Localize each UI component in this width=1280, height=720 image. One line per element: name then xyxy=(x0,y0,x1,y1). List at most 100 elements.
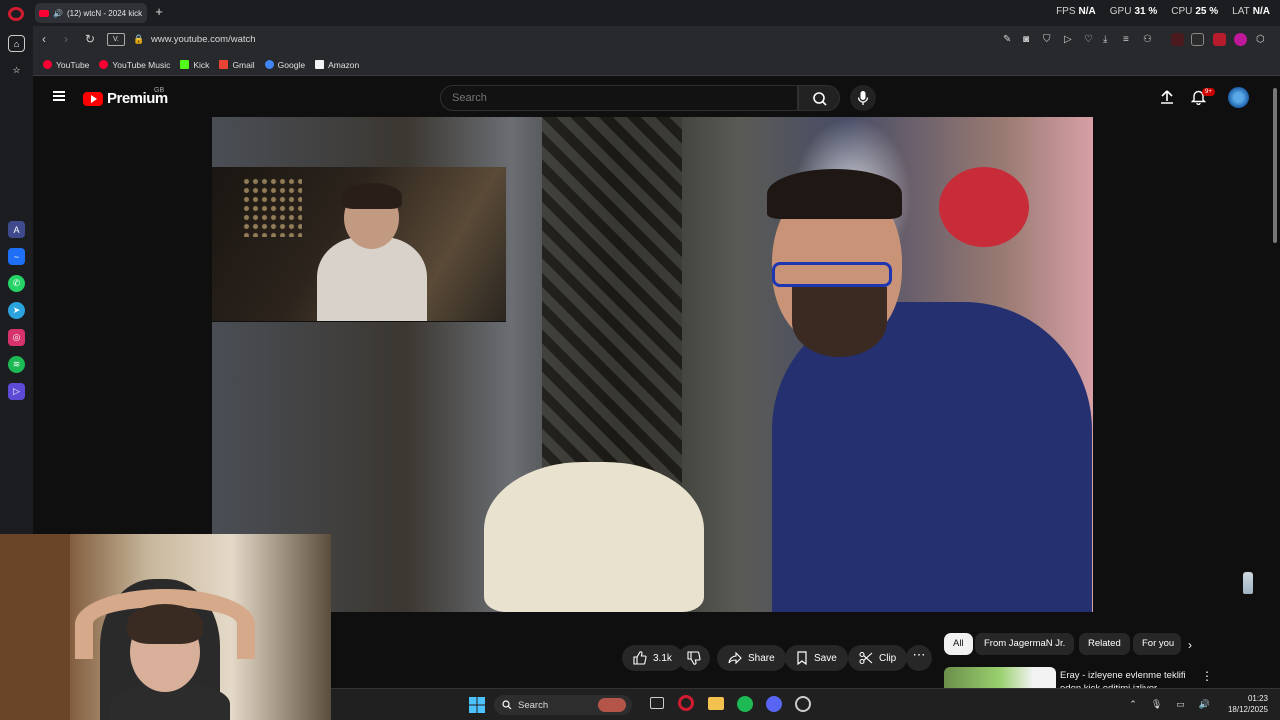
perf-cpu: CPU 25 % xyxy=(1171,6,1219,17)
facecam-person-body xyxy=(317,237,427,321)
bookmark-kick[interactable]: Kick xyxy=(180,60,209,70)
bookmark-youtube-music[interactable]: YouTube Music xyxy=(99,60,170,70)
url-field[interactable]: www.youtube.com/watch xyxy=(151,34,256,45)
extension-1-icon[interactable] xyxy=(1171,33,1184,46)
chip-all[interactable]: All xyxy=(944,633,973,655)
reload-icon[interactable]: ↻ xyxy=(85,32,95,46)
forward-icon[interactable]: › xyxy=(64,32,68,46)
streamer-webcam-overlay xyxy=(0,534,331,720)
youtube-play-logo-icon xyxy=(83,91,103,106)
browser-tab-active[interactable]: 🔊 (12) wtcN - 2024 kick ✕ xyxy=(35,3,147,23)
extension-2-icon[interactable] xyxy=(1191,33,1204,46)
recommendation-thumbnail[interactable] xyxy=(944,667,1056,689)
home-icon[interactable]: ⌂ xyxy=(8,35,25,52)
video-frame-person-hair xyxy=(767,169,902,219)
instagram-icon[interactable]: ◎ xyxy=(8,329,25,346)
star-icon[interactable]: ☆ xyxy=(8,62,25,79)
save-button[interactable]: Save xyxy=(785,645,848,671)
speaker-icon[interactable]: 🔊 xyxy=(53,9,63,18)
search-highlight-icon xyxy=(598,698,626,712)
search-button[interactable] xyxy=(798,85,840,111)
task-view-icon[interactable] xyxy=(650,697,664,709)
avatar[interactable] xyxy=(1228,87,1249,108)
chip-from-channel[interactable]: From JagermaN Jr. xyxy=(975,633,1075,655)
performance-monitor: FPS N/A GPU 31 % CPU 25 % LAT N/A xyxy=(1056,6,1270,17)
opera-taskbar-icon[interactable] xyxy=(678,695,694,711)
spotify-icon[interactable]: ≋ xyxy=(8,356,25,373)
clip-button[interactable]: Clip xyxy=(848,645,908,671)
edit-icon[interactable]: ✎ xyxy=(1003,34,1011,45)
extension-3-icon[interactable] xyxy=(1213,33,1226,46)
kick-icon xyxy=(180,60,190,69)
chip-related[interactable]: Related xyxy=(1079,633,1130,655)
new-tab-button[interactable]: + xyxy=(152,5,166,19)
play-icon[interactable]: ▷ xyxy=(1064,34,1072,45)
system-tray: ⌃ 🎙 ▭ 🔊 xyxy=(1129,699,1210,710)
more-actions-button[interactable]: ⋯ xyxy=(906,645,932,671)
thumbs-up-icon xyxy=(633,651,647,665)
bookmark-youtube[interactable]: YouTube xyxy=(43,60,89,70)
taskbar-search[interactable]: Search xyxy=(494,695,632,715)
webcam-person-hair xyxy=(127,604,203,644)
upload-icon[interactable] xyxy=(1160,89,1174,105)
chip-for-you[interactable]: For you xyxy=(1133,633,1181,655)
youtube-music-icon xyxy=(99,60,109,69)
spotify-taskbar-icon[interactable] xyxy=(737,696,753,712)
lock-icon[interactable]: 🔒 xyxy=(133,34,144,45)
video-frame-bread xyxy=(484,462,704,612)
microphone-icon[interactable]: 🎙 xyxy=(1151,699,1162,710)
like-count: 3.1k xyxy=(653,652,672,664)
aria-icon[interactable]: A xyxy=(8,221,25,238)
voice-search-button[interactable] xyxy=(850,85,876,111)
bookmarks-bar: YouTube YouTube Music Kick Gmail Google … xyxy=(33,54,1280,76)
clip-label: Clip xyxy=(879,652,897,664)
vpn-badge[interactable]: V. xyxy=(107,33,125,46)
profile-icon[interactable]: ⚇ xyxy=(1143,34,1152,45)
facecam-person-hair xyxy=(342,183,402,209)
recommendation-menu-icon[interactable]: ⋮ xyxy=(1201,669,1213,683)
hamburger-menu-icon[interactable] xyxy=(53,91,65,101)
player-icon[interactable]: ▷ xyxy=(8,383,25,400)
steam-icon[interactable] xyxy=(795,696,811,712)
chevron-right-icon[interactable]: › xyxy=(1188,638,1192,652)
chevron-up-icon[interactable]: ⌃ xyxy=(1129,699,1137,710)
volume-icon[interactable]: 🔊 xyxy=(1199,699,1210,710)
video-frame-person-glasses xyxy=(772,262,892,287)
messenger-icon[interactable]: ~ xyxy=(8,248,25,265)
water-bottle-sticker xyxy=(1243,572,1253,594)
bookmark-amazon[interactable]: Amazon xyxy=(315,60,359,70)
share-button[interactable]: Share xyxy=(717,645,786,671)
bookmark-google[interactable]: Google xyxy=(264,60,305,70)
download-icon[interactable]: ⤓ xyxy=(1103,34,1107,45)
network-icon[interactable]: ▭ xyxy=(1176,699,1185,710)
discord-icon[interactable] xyxy=(766,696,782,712)
bookmark-gmail[interactable]: Gmail xyxy=(219,60,255,70)
camera-icon[interactable]: ◙ xyxy=(1023,34,1029,45)
tab-close-icon[interactable]: ✕ xyxy=(146,8,147,19)
opera-logo[interactable] xyxy=(8,7,24,21)
video-player[interactable] xyxy=(212,117,1093,612)
shield-icon[interactable]: ⛉ xyxy=(1043,34,1051,45)
file-explorer-icon[interactable] xyxy=(708,697,724,710)
search-icon xyxy=(813,92,827,106)
extensions-icon[interactable]: ⬡ xyxy=(1256,34,1265,45)
menu-list-icon[interactable]: ≡ xyxy=(1123,34,1129,45)
dislike-button[interactable] xyxy=(678,645,710,671)
windows-start-icon[interactable] xyxy=(469,697,485,713)
amazon-icon xyxy=(315,60,325,69)
page-scrollbar[interactable] xyxy=(1273,88,1277,243)
perf-gpu: GPU 31 % xyxy=(1109,6,1158,17)
video-frame-person-beard xyxy=(792,287,887,357)
mic-icon xyxy=(857,91,869,105)
share-label: Share xyxy=(748,652,775,664)
search-input[interactable] xyxy=(440,85,798,111)
scissors-icon xyxy=(859,651,873,665)
whatsapp-icon[interactable]: ✆ xyxy=(8,275,25,292)
opera-sidebar: ⌂ ☆ A ~ ✆ ➤ ◎ ≋ ▷ xyxy=(0,26,33,534)
telegram-icon[interactable]: ➤ xyxy=(8,302,25,319)
extension-4-icon[interactable] xyxy=(1234,33,1247,46)
back-icon[interactable]: ‹ xyxy=(42,32,46,46)
heart-icon[interactable]: ♡ xyxy=(1084,34,1093,45)
taskbar-clock[interactable]: 01:23 18/12/2025 xyxy=(1228,693,1268,715)
like-button[interactable]: 3.1k xyxy=(622,645,683,671)
